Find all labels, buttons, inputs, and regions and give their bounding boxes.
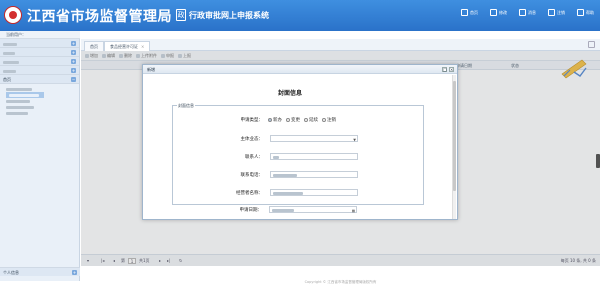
add-dialog: 新增 □ × 封面信息 封面信息 申请类型： 新办 变更 延续 注销 主体业态：… xyxy=(142,64,458,220)
fieldset-legend: 封面信息 xyxy=(177,103,195,109)
close-icon[interactable]: × xyxy=(141,44,144,49)
dialog-header[interactable]: 新增 □ × xyxy=(143,65,457,74)
system-title: 行政审批网上申报系统 xyxy=(189,11,269,20)
phone-label: 联系电话： xyxy=(240,173,264,178)
type-radio-group: 新办 变更 延续 注销 xyxy=(268,117,336,123)
tabs-menu-icon[interactable] xyxy=(588,41,595,48)
nav-edit[interactable]: 修改 xyxy=(490,9,507,16)
tab-home[interactable]: 首页 xyxy=(84,41,104,51)
logout-icon xyxy=(548,9,555,16)
contact-label: 联系人： xyxy=(245,155,263,160)
sidebar-submenu xyxy=(0,84,79,118)
sidebar-group-home[interactable]: 首页 − xyxy=(0,75,79,84)
cover-fieldset: 封面信息 申请类型： 新办 变更 延续 注销 主体业态： ▼ 联系人： 联系电话… xyxy=(172,103,424,205)
sidebar-group[interactable]: + xyxy=(0,66,79,75)
help-icon xyxy=(577,9,584,16)
expand-icon[interactable]: + xyxy=(71,59,76,64)
subject-label: 主体业态： xyxy=(240,137,264,142)
top-nav: 首页 修改 消息 注销 帮助 xyxy=(461,9,594,16)
radio-cancel[interactable]: 注销 xyxy=(322,117,336,123)
message-icon xyxy=(519,9,526,16)
subject-select[interactable]: ▼ xyxy=(270,135,358,142)
contact-input[interactable] xyxy=(270,153,358,160)
sidebar-group[interactable]: + xyxy=(0,39,79,48)
tab-bar: 首页 食品经营许可证 × xyxy=(81,39,600,51)
sidebar-group[interactable]: + xyxy=(0,57,79,66)
current-user: 当前用户： xyxy=(0,31,80,39)
sidebar-group[interactable]: + xyxy=(0,48,79,57)
maximize-icon[interactable]: □ xyxy=(442,67,447,72)
expand-icon[interactable]: + xyxy=(71,50,76,55)
nav-message[interactable]: 消息 xyxy=(519,9,536,16)
radio-new[interactable]: 新办 xyxy=(268,117,282,123)
radio-renew[interactable]: 延续 xyxy=(304,117,318,123)
sidebar: + + + + 首页 − xyxy=(0,39,80,281)
type-label: 申请类型： xyxy=(240,118,264,123)
date-input[interactable]: ▦ xyxy=(269,206,357,213)
edit-icon xyxy=(490,9,497,16)
dialog-body: 封面信息 封面信息 申请类型： 新办 变更 延续 注销 主体业态： ▼ 联系人：… xyxy=(145,74,453,220)
form-title: 封面信息 xyxy=(277,90,302,97)
emblem-icon xyxy=(4,6,22,24)
collapse-icon[interactable]: − xyxy=(71,77,76,82)
nav-home[interactable]: 首页 xyxy=(461,9,478,16)
close-icon[interactable]: × xyxy=(449,67,454,72)
operator-input[interactable] xyxy=(270,189,358,196)
dialog-title: 新增 xyxy=(147,67,155,72)
tab-food-license[interactable]: 食品经营许可证 × xyxy=(104,41,151,51)
date-label: 申请日期： xyxy=(239,208,263,213)
system-icon: 政 xyxy=(176,9,186,21)
expand-icon[interactable]: + xyxy=(72,270,77,275)
app-header: 江西省市场监督管理局 政 行政审批网上申报系统 首页 修改 消息 注销 帮助 xyxy=(0,0,600,31)
expand-icon[interactable]: + xyxy=(71,68,76,73)
expand-icon[interactable]: + xyxy=(71,41,76,46)
nav-help[interactable]: 帮助 xyxy=(577,9,594,16)
phone-input[interactable] xyxy=(270,171,358,178)
chevron-down-icon: ▼ xyxy=(353,138,356,142)
dialog-scrollbar[interactable] xyxy=(452,75,456,219)
radio-change[interactable]: 变更 xyxy=(286,117,300,123)
copyright: Copyright © 江西省市场监督管理局版权所有 xyxy=(304,280,377,284)
sidebar-item[interactable] xyxy=(6,110,79,116)
operator-label: 经营者名称： xyxy=(236,191,263,196)
brand-title: 江西省市场监督管理局 xyxy=(27,9,172,25)
calendar-icon: ▦ xyxy=(351,209,355,213)
home-icon xyxy=(461,9,468,16)
nav-logout[interactable]: 注销 xyxy=(548,9,565,16)
sidebar-group-personal[interactable]: 个人信息 + xyxy=(0,267,80,276)
